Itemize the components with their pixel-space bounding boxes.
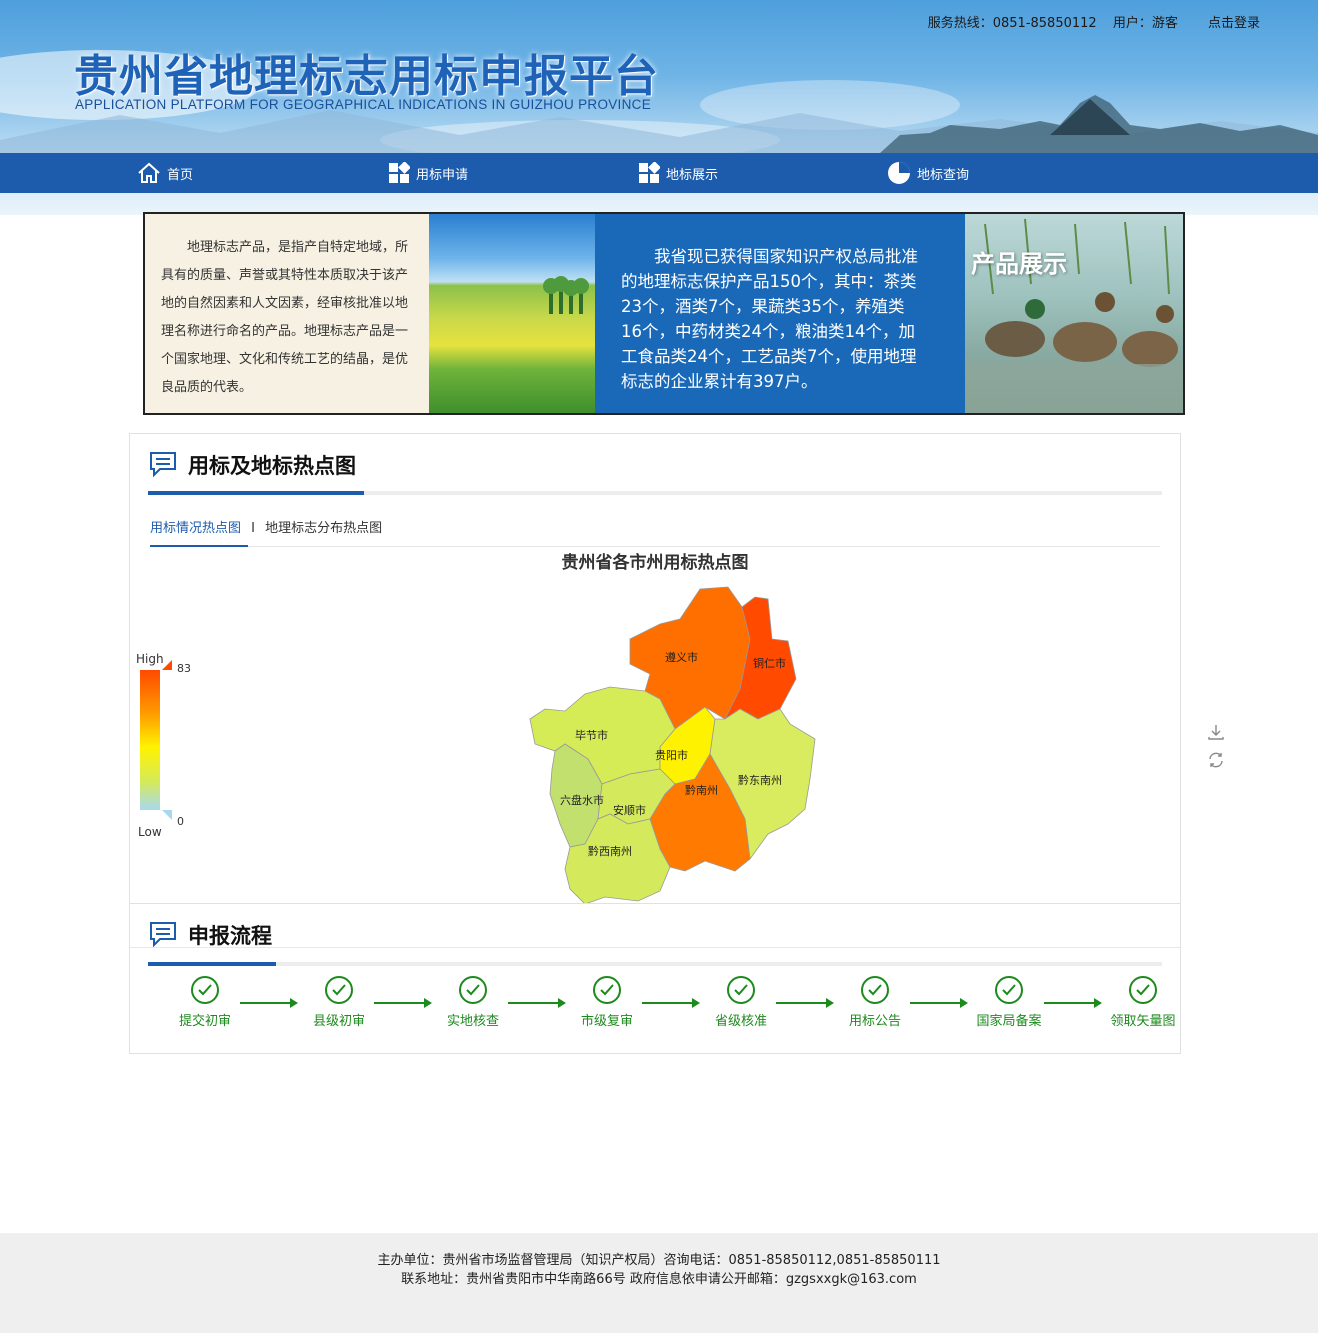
check-icon [593, 976, 621, 1004]
hotmap-panel: 用标及地标热点图 用标情况热点图 I 地理标志分布热点图 贵州省各市州用标热点图… [129, 433, 1224, 905]
check-icon [325, 976, 353, 1004]
process-step[interactable]: 国家局备案 [964, 976, 1054, 1029]
title-underline [148, 491, 1162, 495]
process-step[interactable]: 市级复审 [562, 976, 652, 1029]
arrow-icon [374, 998, 432, 1008]
process-step[interactable]: 县级初审 [294, 976, 384, 1029]
top-links: 服务热线：0851-85850112 用户：游客 点击登录 [916, 12, 1260, 31]
step-label: 领取矢量图 [1110, 1014, 1176, 1029]
check-icon [861, 976, 889, 1004]
site-header: 服务热线：0851-85850112 用户：游客 点击登录 贵州省地理标志用标申… [0, 0, 1318, 215]
site-footer: 主办单位：贵州省市场监督管理局（知识产权局）咨询电话：0851-85850112… [0, 1233, 1318, 1333]
check-icon [995, 976, 1023, 1004]
legend-low-label: Low [138, 825, 162, 839]
label-qiandongnan: 黔东南州 [738, 773, 782, 787]
nav-item-query[interactable]: 地标查询 [887, 153, 969, 193]
main-nav: 首页 用标申请 地标展示 地标查询 [0, 153, 1318, 193]
label-liupanshui: 六盘水市 [560, 793, 604, 807]
label-qianxinan: 黔西南州 [588, 844, 632, 858]
step-label: 国家局备案 [976, 1014, 1042, 1029]
user-status: 用户：游客 [1112, 16, 1178, 31]
check-icon [1129, 976, 1157, 1004]
check-icon [459, 976, 487, 1004]
process-step[interactable]: 省级核准 [696, 976, 786, 1029]
site-subtitle: APPLICATION PLATFORM FOR GEOGRAPHICAL IN… [75, 97, 652, 112]
label-guiyang: 贵阳市 [655, 748, 688, 762]
label-tongren: 铜仁市 [753, 656, 786, 670]
nav-item-home[interactable]: 首页 [137, 153, 193, 193]
process-panel: 申报流程 提交初审 县级初审 实地核查 市级复审 省级核准 用标公告 国家局备案… [129, 903, 1181, 1054]
home-icon [138, 162, 160, 183]
arrow-icon [1044, 998, 1102, 1008]
arrow-icon [910, 998, 968, 1008]
chat-icon [150, 452, 176, 478]
chat-icon [150, 922, 176, 948]
map-title: 贵州省各市州用标热点图 [561, 553, 749, 573]
legend-max-value: 83 [177, 662, 191, 675]
step-label: 用标公告 [848, 1014, 901, 1029]
title-underline [148, 962, 1162, 966]
arrow-icon [642, 998, 700, 1008]
showcase-title: 产品展示 [971, 250, 1067, 278]
label-bijie: 毕节市 [575, 728, 608, 742]
grid-icon [389, 162, 410, 183]
nav-item-label: 地标展示 [666, 167, 719, 183]
nav-item-showcase[interactable]: 地标展示 [638, 153, 718, 193]
label-anshun: 安顺市 [613, 803, 646, 817]
title-underline-accent [148, 962, 276, 966]
footer-address: 联系地址：贵州省贵阳市中华南路66号 政府信息依申请公开邮箱：gzgsxxgk@… [401, 1272, 917, 1287]
field-trees-decoration [543, 276, 589, 314]
process-step[interactable]: 用标公告 [830, 976, 920, 1029]
tab-distribution-hotmap[interactable]: 地理标志分布热点图 [265, 521, 382, 536]
legend-min-value: 0 [177, 815, 184, 828]
login-link[interactable]: 点击登录 [1208, 16, 1260, 31]
tab-separator: I [251, 521, 255, 536]
nav-item-label: 地标查询 [917, 167, 970, 183]
process-step[interactable]: 实地核查 [428, 976, 518, 1029]
check-icon [727, 976, 755, 1004]
tab-divider [150, 546, 1160, 547]
stats-text: 我省现已获得国家知识产权总局批准的地理标志保护产品150个，其中：茶类23个，酒… [595, 214, 965, 413]
process-flow: 提交初审 县级初审 实地核查 市级复审 省级核准 用标公告 国家局备案 领取矢量… [130, 976, 1180, 1036]
check-icon [191, 976, 219, 1004]
nav-item-label: 首页 [167, 167, 194, 183]
arrow-icon [508, 998, 566, 1008]
step-label: 市级复审 [580, 1014, 633, 1029]
step-label: 省级核准 [714, 1014, 767, 1029]
guizhou-hotmap[interactable]: 遵义市 铜仁市 毕节市 贵阳市 黔东南州 黔南州 六盘水市 安顺市 黔西南州 [510, 579, 850, 909]
pie-icon [888, 162, 910, 184]
label-zunyi: 遵义市 [665, 650, 698, 664]
label-qiannan: 黔南州 [685, 783, 718, 797]
process-step[interactable]: 提交初审 [160, 976, 250, 1029]
section-divider [130, 947, 1180, 948]
tab-active-indicator [150, 545, 248, 547]
field-image [429, 214, 595, 413]
download-icon[interactable] [1207, 723, 1225, 741]
step-label: 提交初审 [178, 1014, 231, 1029]
section-title: 申报流程 [188, 924, 272, 948]
step-label: 县级初审 [312, 1014, 365, 1029]
nav-item-label: 用标申请 [416, 167, 469, 183]
title-underline-accent [148, 491, 364, 495]
nav-item-apply[interactable]: 用标申请 [388, 153, 468, 193]
footer-sponsor: 主办单位：贵州省市场监督管理局（知识产权局）咨询电话：0851-85850112… [377, 1253, 941, 1268]
intro-text: 地理标志产品，是指产自特定地域，所具有的质量、声誉或其特性本质取决于该产地的自然… [145, 214, 429, 413]
section-title: 用标及地标热点图 [188, 454, 356, 478]
step-label: 实地核查 [446, 1014, 499, 1029]
arrow-icon [240, 998, 298, 1008]
map-tabs: 用标情况热点图 I 地理标志分布热点图 [150, 517, 382, 536]
showcase-image[interactable]: 产品展示 [965, 214, 1183, 413]
legend-gradient-bar [140, 660, 172, 820]
site-title: 贵州省地理标志用标申报平台 [74, 51, 659, 102]
grid-icon [639, 162, 660, 183]
intro-banner: 地理标志产品，是指产自特定地域，所具有的质量、声誉或其特性本质取决于该产地的自然… [143, 212, 1185, 415]
arrow-icon [776, 998, 834, 1008]
visual-map-legend[interactable]: High 83 0 Low [130, 649, 210, 839]
hotline-text: 服务热线：0851-85850112 [927, 16, 1097, 31]
tab-usage-hotmap[interactable]: 用标情况热点图 [150, 521, 241, 536]
refresh-icon[interactable] [1207, 751, 1225, 769]
process-step[interactable]: 领取矢量图 [1098, 976, 1188, 1029]
